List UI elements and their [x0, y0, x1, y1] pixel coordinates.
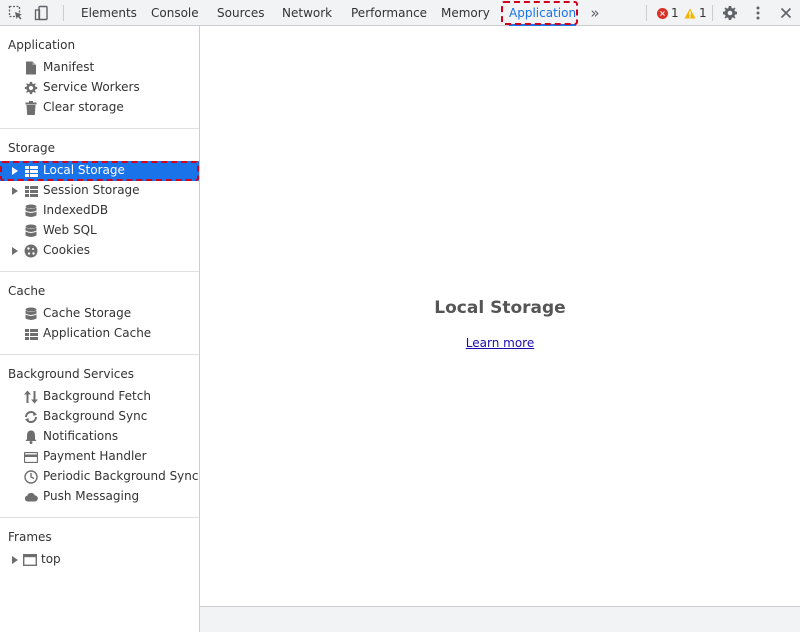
sidebar-item-label: top [41, 552, 61, 566]
sidebar-item-cache-storage[interactable]: Cache Storage [0, 304, 199, 324]
sidebar-item-label: Push Messaging [43, 489, 140, 503]
sidebar-item-indexeddb[interactable]: IndexedDB [0, 201, 199, 221]
tab-performance[interactable]: Performance [351, 0, 427, 26]
sidebar-item-application-cache[interactable]: Application Cache [0, 324, 199, 344]
errors-counter[interactable]: × 1 [657, 0, 679, 26]
sidebar-item-label: Local Storage [43, 163, 125, 177]
sidebar-item-label: Web SQL [43, 223, 97, 237]
toolbar-separator [646, 5, 647, 21]
sidebar-item-notifications[interactable]: Notifications [0, 427, 199, 447]
section-divider [0, 271, 199, 272]
grid-icon [24, 184, 38, 198]
tab-application[interactable]: Application [509, 0, 577, 26]
grid-icon [24, 327, 38, 341]
sidebar-item-label: Background Sync [43, 409, 148, 423]
sidebar-item-clear-storage[interactable]: Clear storage [0, 98, 199, 118]
clock-icon [24, 470, 38, 484]
expand-arrow-icon[interactable] [12, 187, 18, 195]
settings-gear-icon[interactable] [720, 0, 740, 26]
sidebar-item-service-workers[interactable]: Service Workers [0, 78, 199, 98]
warning-icon [684, 8, 696, 18]
sync-icon [24, 410, 38, 424]
errors-count: 1 [671, 6, 679, 20]
section-title-background-services: Background Services [8, 367, 135, 381]
sidebar-item-label: Background Fetch [43, 389, 151, 403]
sidebar-item-manifest[interactable]: Manifest [0, 58, 199, 78]
sidebar-item-label: Notifications [43, 429, 119, 443]
section-divider [0, 354, 199, 355]
chevron-double-right-icon[interactable]: » [586, 0, 604, 26]
section-title-storage: Storage [8, 141, 55, 155]
more-options-icon[interactable] [749, 0, 767, 26]
sidebar-item-label: Session Storage [43, 183, 140, 197]
device-toolbar-icon[interactable] [32, 0, 52, 26]
sidebar-item-label: Manifest [43, 60, 95, 74]
sidebar-item-frame-top[interactable]: top [0, 550, 199, 570]
database-icon [24, 224, 38, 238]
close-icon[interactable] [777, 0, 795, 26]
learn-more-link-container: Learn more [200, 336, 800, 350]
up-down-arrows-icon [24, 390, 38, 404]
section-divider [0, 517, 199, 518]
card-icon [24, 450, 38, 464]
grid-icon [24, 164, 38, 178]
sidebar-item-label: Cache Storage [43, 306, 132, 320]
sidebar-item-label: Payment Handler [43, 449, 147, 463]
inspect-element-icon[interactable] [6, 0, 26, 26]
sidebar-item-label: Clear storage [43, 100, 124, 114]
toolbar-separator [63, 5, 64, 21]
sidebar-item-label: Periodic Background Sync [43, 469, 199, 483]
toolbar-separator [712, 5, 713, 21]
tab-network[interactable]: Network [282, 0, 332, 26]
sidebar-item-session-storage[interactable]: Session Storage [0, 181, 199, 201]
learn-more-link[interactable]: Learn more [466, 336, 534, 350]
warnings-count: 1 [699, 6, 707, 20]
gear-icon [24, 81, 38, 95]
sidebar-item-label: IndexedDB [43, 203, 109, 217]
section-title-application: Application [8, 38, 76, 52]
expand-arrow-icon[interactable] [12, 556, 18, 564]
sidebar-item-payment-handler[interactable]: Payment Handler [0, 447, 199, 467]
tab-console[interactable]: Console [151, 0, 199, 26]
section-divider [0, 128, 199, 129]
expand-arrow-icon[interactable] [12, 167, 18, 175]
sidebar-item-background-fetch[interactable]: Background Fetch [0, 387, 199, 407]
devtools-toolbar: Elements Console Sources Network Perform… [0, 0, 800, 26]
document-icon [24, 61, 38, 75]
trash-icon [24, 101, 38, 115]
sidebar-item-label: Cookies [43, 243, 90, 257]
sidebar-item-periodic-background-sync[interactable]: Periodic Background Sync [0, 467, 199, 487]
database-icon [24, 204, 38, 218]
database-icon [24, 307, 38, 321]
application-sidebar: Application Manifest Service Workers Cle… [0, 26, 200, 632]
sidebar-item-label: Service Workers [43, 80, 140, 94]
section-title-cache: Cache [8, 284, 46, 298]
tab-elements[interactable]: Elements [81, 0, 137, 26]
sidebar-item-background-sync[interactable]: Background Sync [0, 407, 199, 427]
cookie-icon [24, 244, 38, 258]
sidebar-item-push-messaging[interactable]: Push Messaging [0, 487, 199, 507]
sidebar-item-local-storage[interactable]: Local Storage [0, 161, 199, 181]
expand-arrow-icon[interactable] [12, 247, 18, 255]
sidebar-item-web-sql[interactable]: Web SQL [0, 221, 199, 241]
sidebar-item-cookies[interactable]: Cookies [0, 241, 199, 261]
tab-sources[interactable]: Sources [217, 0, 264, 26]
warnings-counter[interactable]: 1 [684, 0, 707, 26]
cloud-icon [24, 490, 38, 504]
tab-memory[interactable]: Memory [441, 0, 490, 26]
section-title-frames: Frames [8, 530, 52, 544]
bell-icon [24, 430, 38, 444]
window-icon [23, 553, 37, 567]
bottom-status-bar [200, 606, 800, 632]
page-title: Local Storage [434, 298, 566, 318]
main-panel: Local Storage Learn more [200, 26, 800, 606]
sidebar-item-label: Application Cache [43, 326, 152, 340]
error-icon: × [657, 7, 668, 19]
